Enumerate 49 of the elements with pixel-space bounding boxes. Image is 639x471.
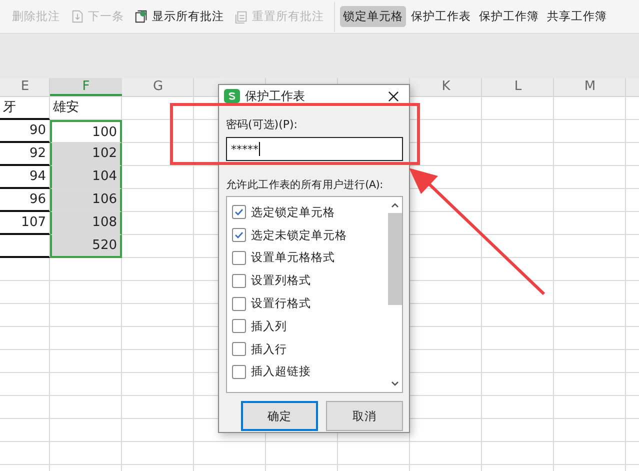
- chevron-up-icon[interactable]: [391, 202, 399, 208]
- column-header[interactable]: L: [482, 78, 554, 96]
- table-cell: 520: [50, 235, 122, 258]
- checkbox[interactable]: [232, 274, 246, 288]
- permission-label: 选定未锁定单元格: [251, 228, 347, 243]
- chevron-down-icon[interactable]: [391, 381, 399, 387]
- permission-label: 设置单元格格式: [251, 250, 335, 266]
- dialog-button[interactable]: 取消: [326, 401, 403, 431]
- password-label: 密码(可选)(P):: [226, 117, 298, 133]
- table-cell: 108: [50, 212, 122, 235]
- dialog-title: 保护工作表: [245, 88, 305, 104]
- scrollbar-thumb[interactable]: [388, 213, 402, 305]
- check-icon: [234, 207, 244, 218]
- checkbox[interactable]: [232, 228, 246, 242]
- column-header[interactable]: E: [0, 78, 50, 96]
- table-cell: 102: [50, 143, 122, 166]
- toolbar-button[interactable]: 保护工作簿: [476, 6, 542, 27]
- permission-label: 插入列: [251, 318, 287, 334]
- toolbar-button[interactable]: 显示所有批注: [130, 7, 228, 26]
- toolbar-button[interactable]: 保护工作表: [408, 6, 474, 27]
- column-header[interactable]: F: [50, 78, 122, 96]
- checkbox[interactable]: [232, 319, 246, 334]
- permission-label: 插入行: [251, 342, 287, 357]
- column-header[interactable]: M: [554, 78, 626, 96]
- table-cell: 100: [50, 120, 122, 143]
- document-arrow-icon: [70, 9, 85, 24]
- eye-document-icon: [134, 9, 149, 24]
- table-cell: 104: [50, 166, 122, 189]
- column-header[interactable]: G: [122, 78, 194, 96]
- document-icon: [234, 9, 249, 24]
- app-logo-icon: [224, 89, 240, 103]
- permission-label: 设置列格式: [251, 273, 311, 288]
- toolbar-button[interactable]: 锁定单元格: [340, 6, 406, 27]
- checkbox[interactable]: [232, 364, 246, 379]
- checkbox[interactable]: [232, 342, 246, 356]
- permission-label: 设置行格式: [251, 296, 311, 312]
- permission-label: 选定锁定单元格: [251, 204, 335, 220]
- column-header[interactable]: K: [410, 78, 482, 96]
- table-cell: 106: [50, 189, 122, 212]
- checkbox[interactable]: [232, 296, 246, 311]
- dialog-button[interactable]: 确定: [241, 401, 318, 431]
- close-icon[interactable]: [388, 90, 399, 102]
- checkbox[interactable]: [232, 250, 246, 265]
- permission-label: 插入超链接: [251, 364, 311, 380]
- password-field[interactable]: *****: [226, 137, 403, 161]
- check-icon: [234, 230, 244, 240]
- toolbar-button[interactable]: 共享工作簿: [544, 6, 610, 27]
- permissions-label: 允许此工作表的所有用户进行(A):: [226, 178, 383, 193]
- checkbox[interactable]: [232, 205, 246, 220]
